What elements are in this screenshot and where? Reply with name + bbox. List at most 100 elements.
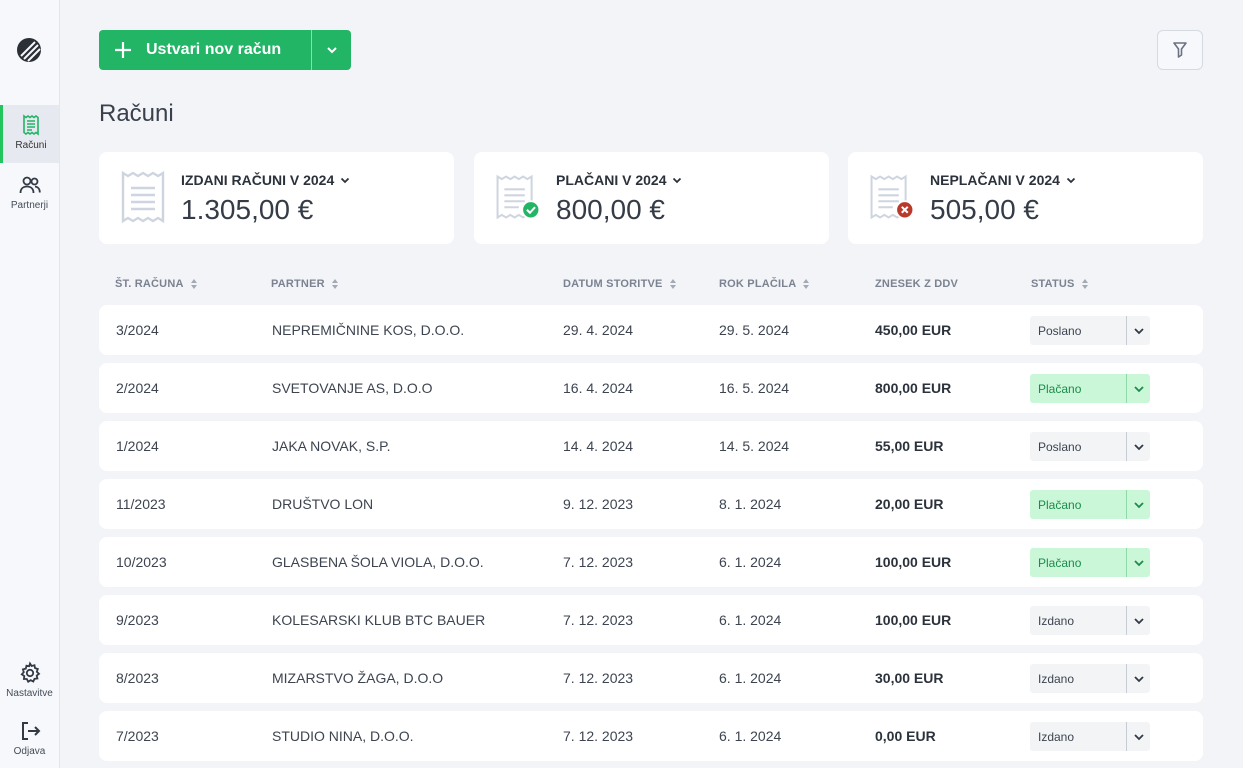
table-row[interactable]: 10/2023 GLASBENA ŠOLA VIOLA, D.O.O. 7. 1… [99, 537, 1203, 587]
chevron-down-icon [673, 177, 682, 183]
sidebar-item-odjava[interactable]: Odjava [0, 711, 59, 768]
column-header-service-date[interactable]: DATUM STORITVE [563, 278, 677, 290]
cell-amount: 450,00 EUR [875, 322, 952, 338]
cell-due-date: 16. 5. 2024 [719, 380, 790, 396]
cell-due-date: 8. 1. 2024 [719, 496, 782, 512]
cell-amount: 100,00 EUR [875, 554, 952, 570]
card-title-dropdown[interactable]: PLAČANI V 2024 [556, 172, 682, 188]
cell-service-date: 7. 12. 2023 [563, 554, 634, 570]
status-value: Izdano [1038, 671, 1075, 686]
card-value: 1.305,00 € [181, 194, 314, 225]
cell-number: 1/2024 [116, 438, 159, 454]
status-select[interactable]: Poslano [1030, 316, 1150, 345]
summary-card-paid: PLAČANI V 2024 800,00 € [474, 152, 829, 244]
card-title-dropdown[interactable]: NEPLAČANI V 2024 [930, 172, 1076, 188]
status-value: Izdano [1038, 729, 1075, 744]
card-title: NEPLAČANI V 2024 [930, 172, 1060, 188]
table-header: ŠT. RAČUNA PARTNER DATUM STORITVE ROK PL… [99, 276, 1203, 294]
sidebar-item-label: Računi [15, 140, 47, 151]
table-row[interactable]: 8/2023 MIZARSTVO ŽAGA, D.O.O 7. 12. 2023… [99, 653, 1203, 703]
cell-amount: 800,00 EUR [875, 380, 952, 396]
table-row[interactable]: 3/2024 NEPREMIČNINE KOS, D.O.O. 29. 4. 2… [99, 305, 1203, 355]
column-header-status[interactable]: STATUS [1031, 278, 1089, 290]
table-row[interactable]: 7/2023 STUDIO NINA, D.O.O. 7. 12. 2023 6… [99, 711, 1203, 761]
cell-due-date: 6. 1. 2024 [719, 554, 782, 570]
cell-number: 11/2023 [116, 496, 166, 512]
card-title: PLAČANI V 2024 [556, 172, 667, 188]
create-options-dropdown[interactable] [311, 30, 351, 70]
status-dropdown-toggle[interactable] [1126, 316, 1150, 345]
cell-number: 10/2023 [116, 554, 167, 570]
status-select[interactable]: Plačano [1030, 548, 1150, 577]
status-dropdown-toggle[interactable] [1126, 432, 1150, 461]
sidebar-item-partnerji[interactable]: Partnerji [0, 165, 59, 223]
column-label: ROK PLAČILA [719, 278, 797, 290]
status-select[interactable]: Plačano [1030, 490, 1150, 519]
table-row[interactable]: 9/2023 KOLESARSKI KLUB BTC BAUER 7. 12. … [99, 595, 1203, 645]
page-title: Računi [99, 100, 174, 127]
receipt-unpaid-icon [870, 174, 915, 220]
cell-service-date: 9. 12. 2023 [563, 496, 634, 512]
status-select[interactable]: Plačano [1030, 374, 1150, 403]
cell-partner: NEPREMIČNINE KOS, D.O.O. [272, 322, 465, 338]
receipt-icon [121, 170, 165, 224]
cell-service-date: 29. 4. 2024 [563, 322, 634, 338]
cell-partner: KOLESARSKI KLUB BTC BAUER [272, 612, 486, 628]
table-row[interactable]: 11/2023 DRUŠTVO LON 9. 12. 2023 8. 1. 20… [99, 479, 1203, 529]
status-dropdown-toggle[interactable] [1126, 606, 1150, 635]
status-select[interactable]: Izdano [1030, 664, 1150, 693]
summary-card-issued: IZDANI RAČUNI V 2024 1.305,00 € [99, 152, 454, 244]
card-value: 505,00 € [930, 194, 1039, 225]
sidebar: Računi Partnerji Nastavitve Odjava [0, 0, 60, 768]
summary-card-unpaid: NEPLAČANI V 2024 505,00 € [848, 152, 1203, 244]
status-dropdown-toggle[interactable] [1126, 664, 1150, 693]
chevron-down-icon [1066, 177, 1076, 183]
filter-button[interactable] [1157, 30, 1203, 70]
status-dropdown-toggle[interactable] [1126, 548, 1150, 577]
cell-partner: SVETOVANJE AS, D.O.O [272, 380, 433, 396]
column-header-partner[interactable]: PARTNER [271, 278, 339, 290]
table-row[interactable]: 1/2024 JAKA NOVAK, S.P. 14. 4. 2024 14. … [99, 421, 1203, 471]
status-dropdown-toggle[interactable] [1126, 374, 1150, 403]
chevron-down-icon [1133, 559, 1144, 566]
card-title: IZDANI RAČUNI V 2024 [181, 172, 335, 188]
sort-icon [669, 279, 676, 289]
cell-amount: 55,00 EUR [875, 438, 944, 454]
cell-partner: DRUŠTVO LON [272, 496, 374, 512]
card-title-dropdown[interactable]: IZDANI RAČUNI V 2024 [181, 172, 350, 188]
cell-service-date: 16. 4. 2024 [563, 380, 634, 396]
sidebar-item-label: Partnerji [10, 200, 49, 211]
invoice-icon [23, 114, 39, 136]
chevron-down-icon [1133, 385, 1144, 392]
cell-number: 3/2024 [116, 322, 159, 338]
column-header-due-date[interactable]: ROK PLAČILA [719, 278, 810, 290]
create-invoice-label: Ustvari nov račun [146, 41, 282, 58]
cell-due-date: 14. 5. 2024 [719, 438, 790, 454]
chevron-down-icon [1133, 501, 1144, 508]
column-header-number[interactable]: ŠT. RAČUNA [115, 278, 198, 290]
chevron-down-icon [1133, 443, 1144, 450]
status-select[interactable]: Izdano [1030, 606, 1150, 635]
status-value: Plačano [1038, 381, 1082, 396]
status-dropdown-toggle[interactable] [1126, 490, 1150, 519]
cell-number: 2/2024 [116, 380, 159, 396]
table-row[interactable]: 2/2024 SVETOVANJE AS, D.O.O 16. 4. 2024 … [99, 363, 1203, 413]
create-invoice-button[interactable]: Ustvari nov račun [99, 30, 311, 70]
sidebar-item-racuni[interactable]: Računi [0, 105, 59, 163]
status-select[interactable]: Izdano [1030, 722, 1150, 751]
sort-icon [190, 279, 197, 289]
cell-due-date: 6. 1. 2024 [719, 612, 782, 628]
sidebar-item-nastavitve[interactable]: Nastavitve [0, 653, 59, 711]
receipt-paid-icon [496, 174, 541, 220]
chevron-down-icon [1133, 733, 1144, 740]
plus-icon [115, 42, 131, 58]
status-select[interactable]: Poslano [1030, 432, 1150, 461]
sort-icon [331, 279, 338, 289]
filter-icon [1173, 42, 1187, 58]
logout-icon [21, 722, 40, 740]
status-value: Poslano [1038, 323, 1082, 338]
cell-service-date: 7. 12. 2023 [563, 670, 634, 686]
chevron-down-icon [1133, 617, 1144, 624]
sort-icon [1081, 279, 1088, 289]
status-dropdown-toggle[interactable] [1126, 722, 1150, 751]
